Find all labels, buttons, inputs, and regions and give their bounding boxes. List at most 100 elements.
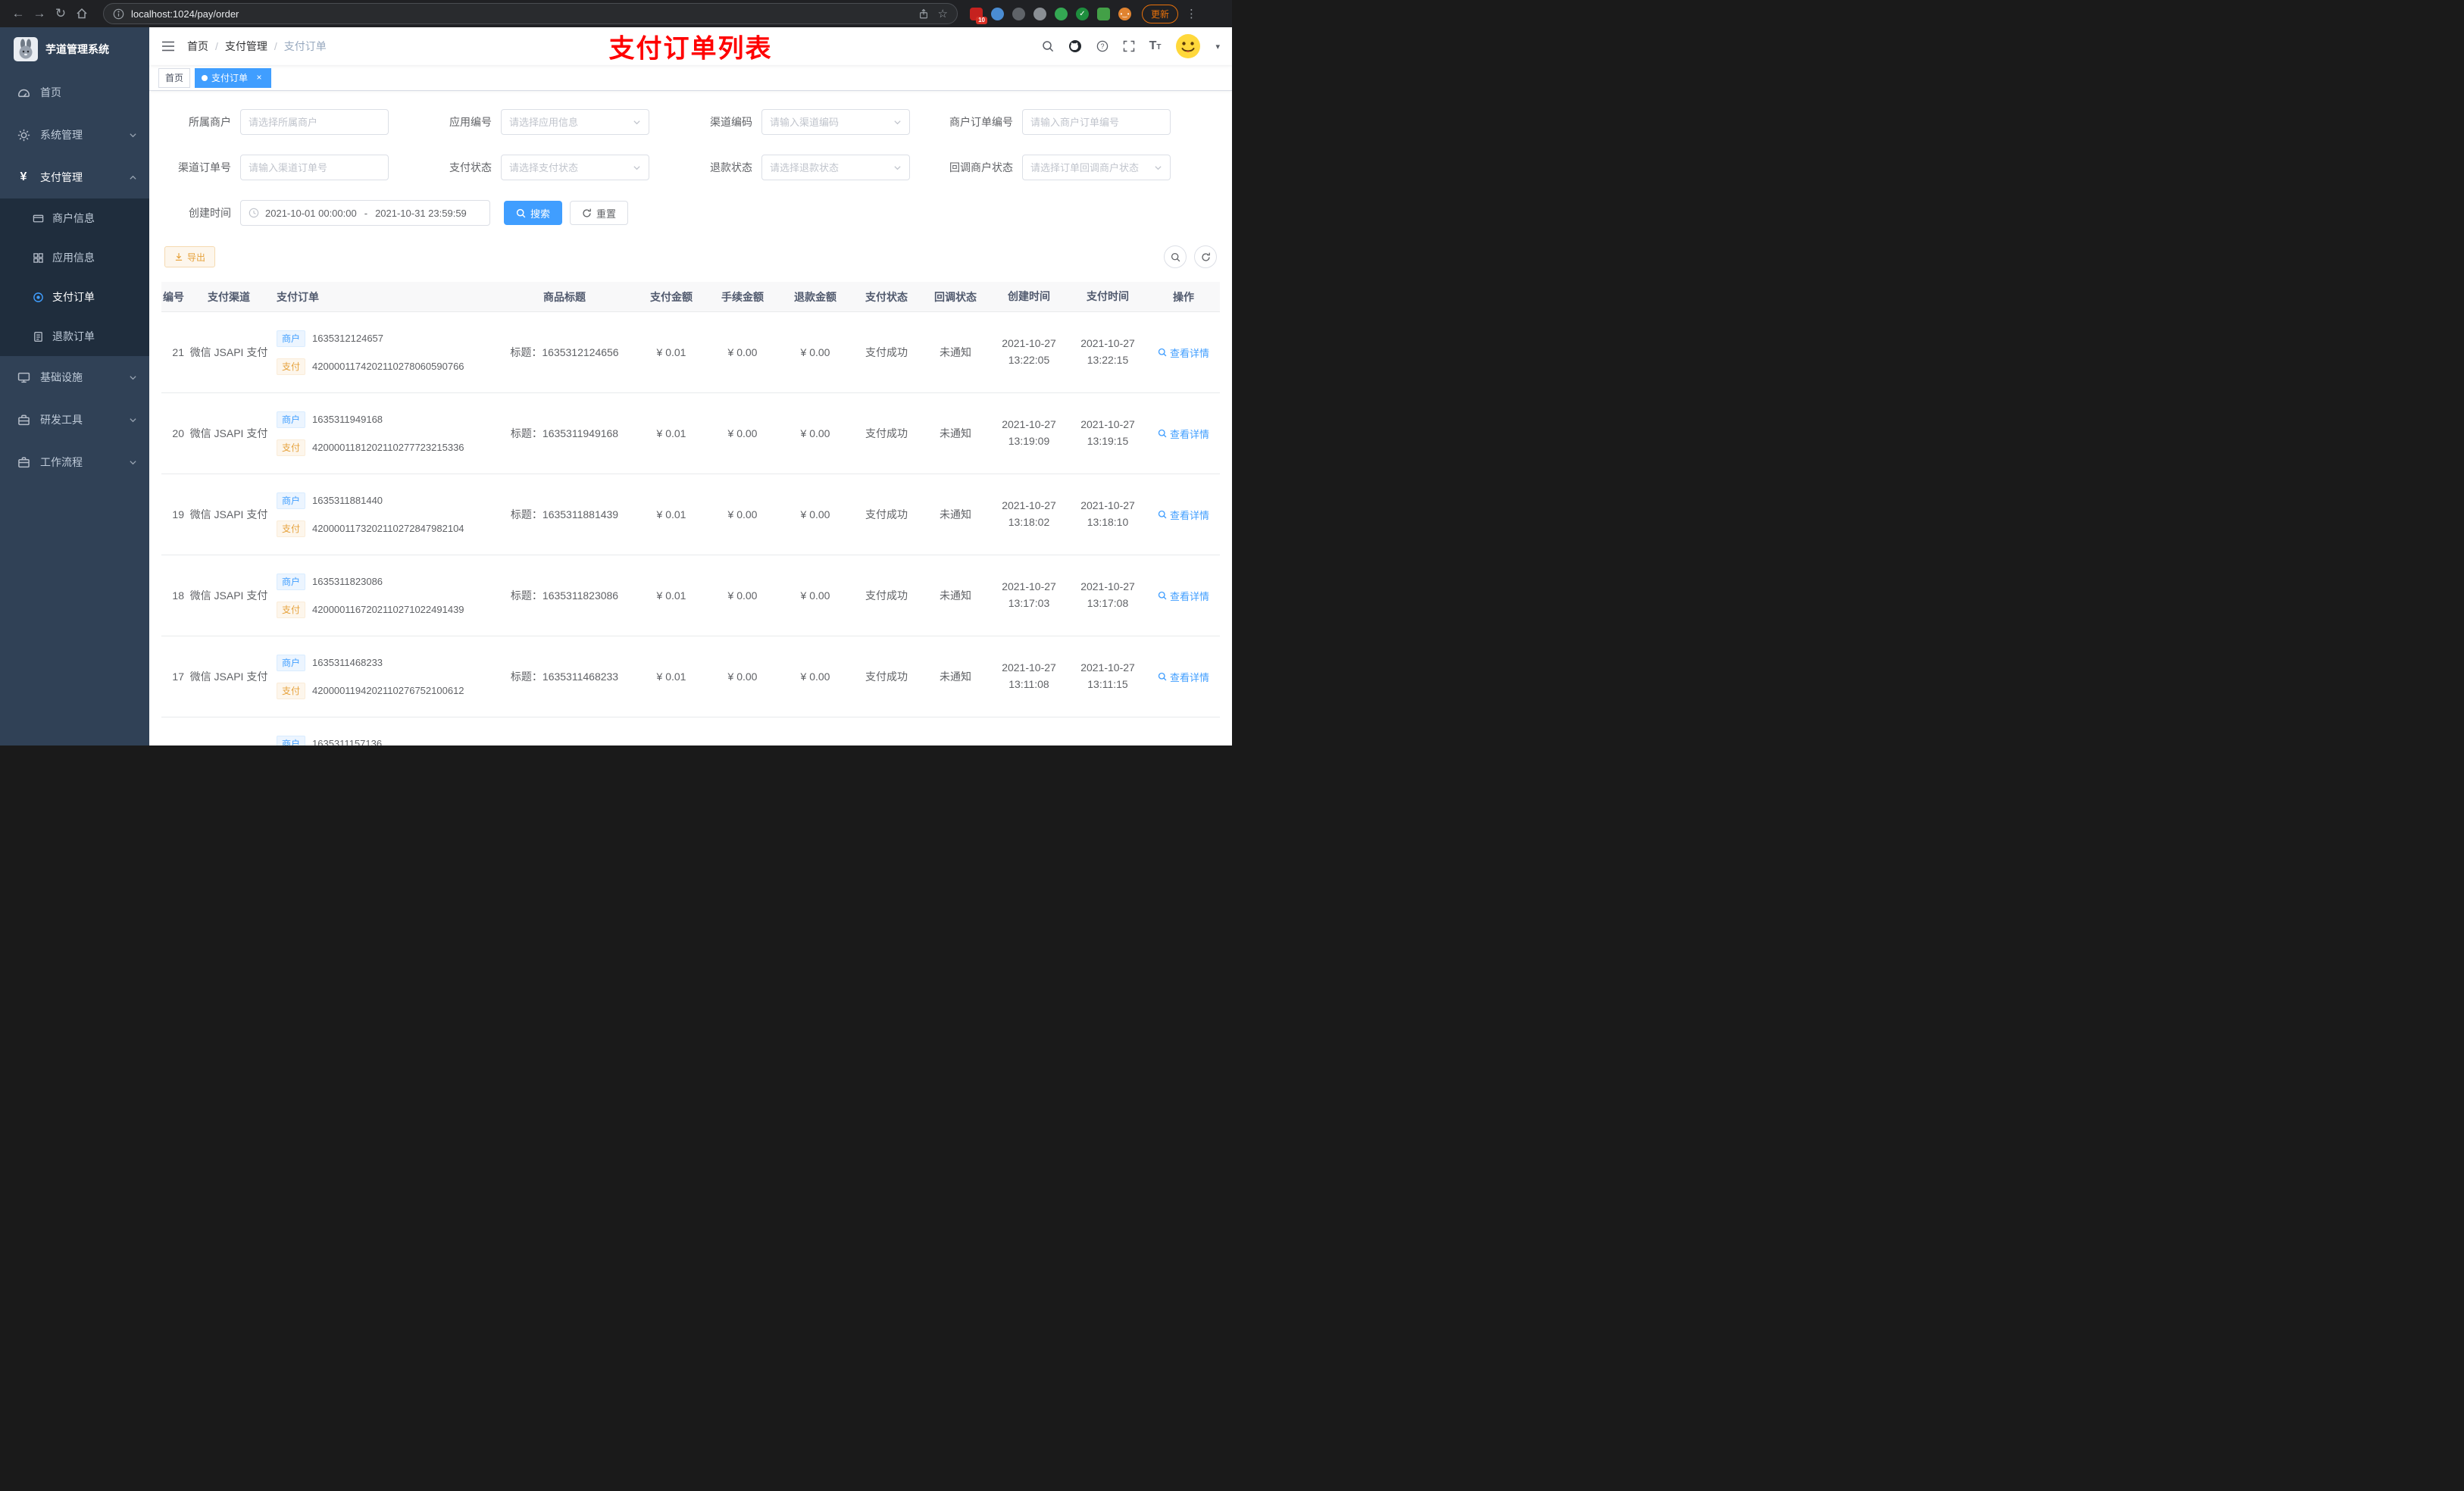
filter-pay-status: 支付状态 [422,155,649,180]
order-id: 17 [172,670,184,683]
merchant-order-no-field[interactable] [1022,109,1171,135]
merchant-select[interactable] [240,109,389,135]
help-icon[interactable]: ? [1096,40,1108,52]
app-logo[interactable]: 芋道管理系统 [0,27,149,71]
sidebar-item-system[interactable]: 系统管理 [0,114,149,156]
browser-back-button[interactable]: ← [8,3,29,24]
refund-status-select[interactable] [761,155,910,180]
tab-home[interactable]: 首页 [158,67,191,88]
view-detail-link[interactable]: 查看详情 [1158,345,1209,360]
channel-code-input[interactable] [770,116,890,128]
extension-icon[interactable] [991,7,1004,20]
reset-button[interactable]: 重置 [570,201,629,225]
app-select[interactable] [501,109,649,135]
sidebar-item-infrastructure[interactable]: 基础设施 [0,356,149,399]
browser-reload-button[interactable]: ↻ [50,3,71,24]
extension-emoji-icon[interactable]: •‿• [1118,7,1131,20]
bookmark-star-icon[interactable]: ☆ [938,7,948,20]
channel-order-no-field[interactable] [240,155,389,180]
merchant-order-no-input[interactable] [1030,116,1162,128]
browser-update-button[interactable]: 更新 [1142,4,1179,23]
user-avatar[interactable] [1175,33,1201,59]
merchant-tag: 商户 [277,411,306,428]
date-range-start[interactable]: 2021-10-01 00:00:00 [265,208,357,219]
view-detail-link[interactable]: 查看详情 [1158,427,1209,441]
sidebar-item-pay-order[interactable]: 支付订单 [0,277,149,317]
filter-form: 所属商户 应用编号 渠道编码 [149,91,1232,244]
font-size-icon[interactable]: TT [1149,39,1162,53]
view-detail-link[interactable]: 查看详情 [1158,589,1209,603]
filter-create-time: 创建时间 2021-10-01 00:00:00 - 2021-10-31 23… [161,200,490,226]
fee-amount: ¥ 0.00 [727,346,758,358]
channel-order-no-input[interactable] [249,161,380,173]
col-header-id: 编号 [163,290,184,303]
browser-menu-icon[interactable]: ⋮ [1186,7,1197,20]
filter-label: 退款状态 [710,161,752,173]
breadcrumb-separator: / [215,40,218,52]
browser-forward-button[interactable]: → [29,3,50,24]
active-dot [202,74,208,81]
breadcrumb-home[interactable]: 首页 [187,39,208,54]
channel-code-select[interactable] [761,109,910,135]
fee-amount: ¥ 0.00 [727,508,758,520]
table-header: 编号 支付渠道 支付订单 商品标题 支付金额 手续金额 退款金额 支付状态 回调… [161,282,1220,312]
share-icon[interactable] [918,8,929,20]
sidebar-item-refund-order[interactable]: 退款订单 [0,317,149,356]
search-button[interactable]: 搜索 [504,201,563,225]
fee-amount: ¥ 0.00 [727,589,758,602]
sidebar-item-workflow[interactable]: 工作流程 [0,441,149,483]
logo-rabbit-icon [14,37,38,61]
tab-pay-order[interactable]: 支付订单 × [195,67,272,88]
export-button[interactable]: 导出 [164,246,216,267]
view-detail-link[interactable]: 查看详情 [1158,670,1209,684]
callback-status-select[interactable] [1022,155,1171,180]
date-range-picker[interactable]: 2021-10-01 00:00:00 - 2021-10-31 23:59:5… [240,200,490,226]
pay-status-select[interactable] [501,155,649,180]
browser-home-button[interactable] [71,3,92,24]
chevron-down-icon [633,164,641,172]
url-bar[interactable]: localhost:1024/pay/order ☆ [103,3,958,24]
sidebar-item-merchant-info[interactable]: 商户信息 [0,198,149,238]
search-icon[interactable] [1042,40,1054,52]
sidebar-item-home[interactable]: 首页 [0,71,149,114]
caret-down-icon[interactable]: ▾ [1215,42,1220,52]
breadcrumb-section[interactable]: 支付管理 [225,39,267,54]
merchant-tag: 商户 [277,654,306,671]
pay-amount: ¥ 0.01 [656,589,686,602]
filter-label: 商户订单编号 [949,116,1013,128]
refund-amount: ¥ 0.00 [800,427,830,439]
sidebar-item-app-info[interactable]: 应用信息 [0,238,149,277]
product-title: 标题：1635311468233 [510,670,619,683]
callback-status-input[interactable] [1030,161,1151,173]
create-time: 2021-10-27 13:17:03 [1002,580,1056,609]
filter-label: 渠道编码 [710,116,752,128]
github-icon[interactable] [1068,39,1082,53]
merchant-order-no: 1635311468233 [312,657,383,668]
extension-icon[interactable] [1012,7,1025,20]
extension-check-icon[interactable]: ✓ [1076,7,1089,20]
close-icon[interactable]: × [254,72,264,83]
toggle-search-button[interactable] [1164,245,1187,268]
sidebar-item-dev-tools[interactable]: 研发工具 [0,399,149,441]
screen: ← → ↻ localhost:1024/pay/order ☆ 10 ✓ •‿… [0,0,1232,746]
refresh-table-button[interactable] [1194,245,1217,268]
pay-status-input[interactable] [509,161,630,173]
col-header-title: 商品标题 [543,290,586,303]
sidebar-toggle-icon[interactable] [161,40,175,52]
site-info-icon[interactable] [113,8,124,20]
refund-status-input[interactable] [770,161,890,173]
pay-order-cell: 商户 1635311468233 支付 4200001194202110276752… [270,654,492,699]
notify-status: 未通知 [940,670,971,683]
back-icon: ← [11,6,25,20]
extension-icon[interactable] [1055,7,1068,20]
app-select-input[interactable] [509,116,630,128]
chevron-up-icon [129,173,137,182]
extension-icon[interactable] [1033,7,1046,20]
extension-icon[interactable] [1097,7,1110,20]
merchant-select-input[interactable] [249,116,380,128]
fullscreen-icon[interactable] [1123,40,1135,52]
date-range-end[interactable]: 2021-10-31 23:59:59 [375,208,467,219]
extension-icon[interactable]: 10 [970,7,987,24]
view-detail-link[interactable]: 查看详情 [1158,508,1209,522]
sidebar-item-payment[interactable]: ¥ 支付管理 [0,156,149,198]
